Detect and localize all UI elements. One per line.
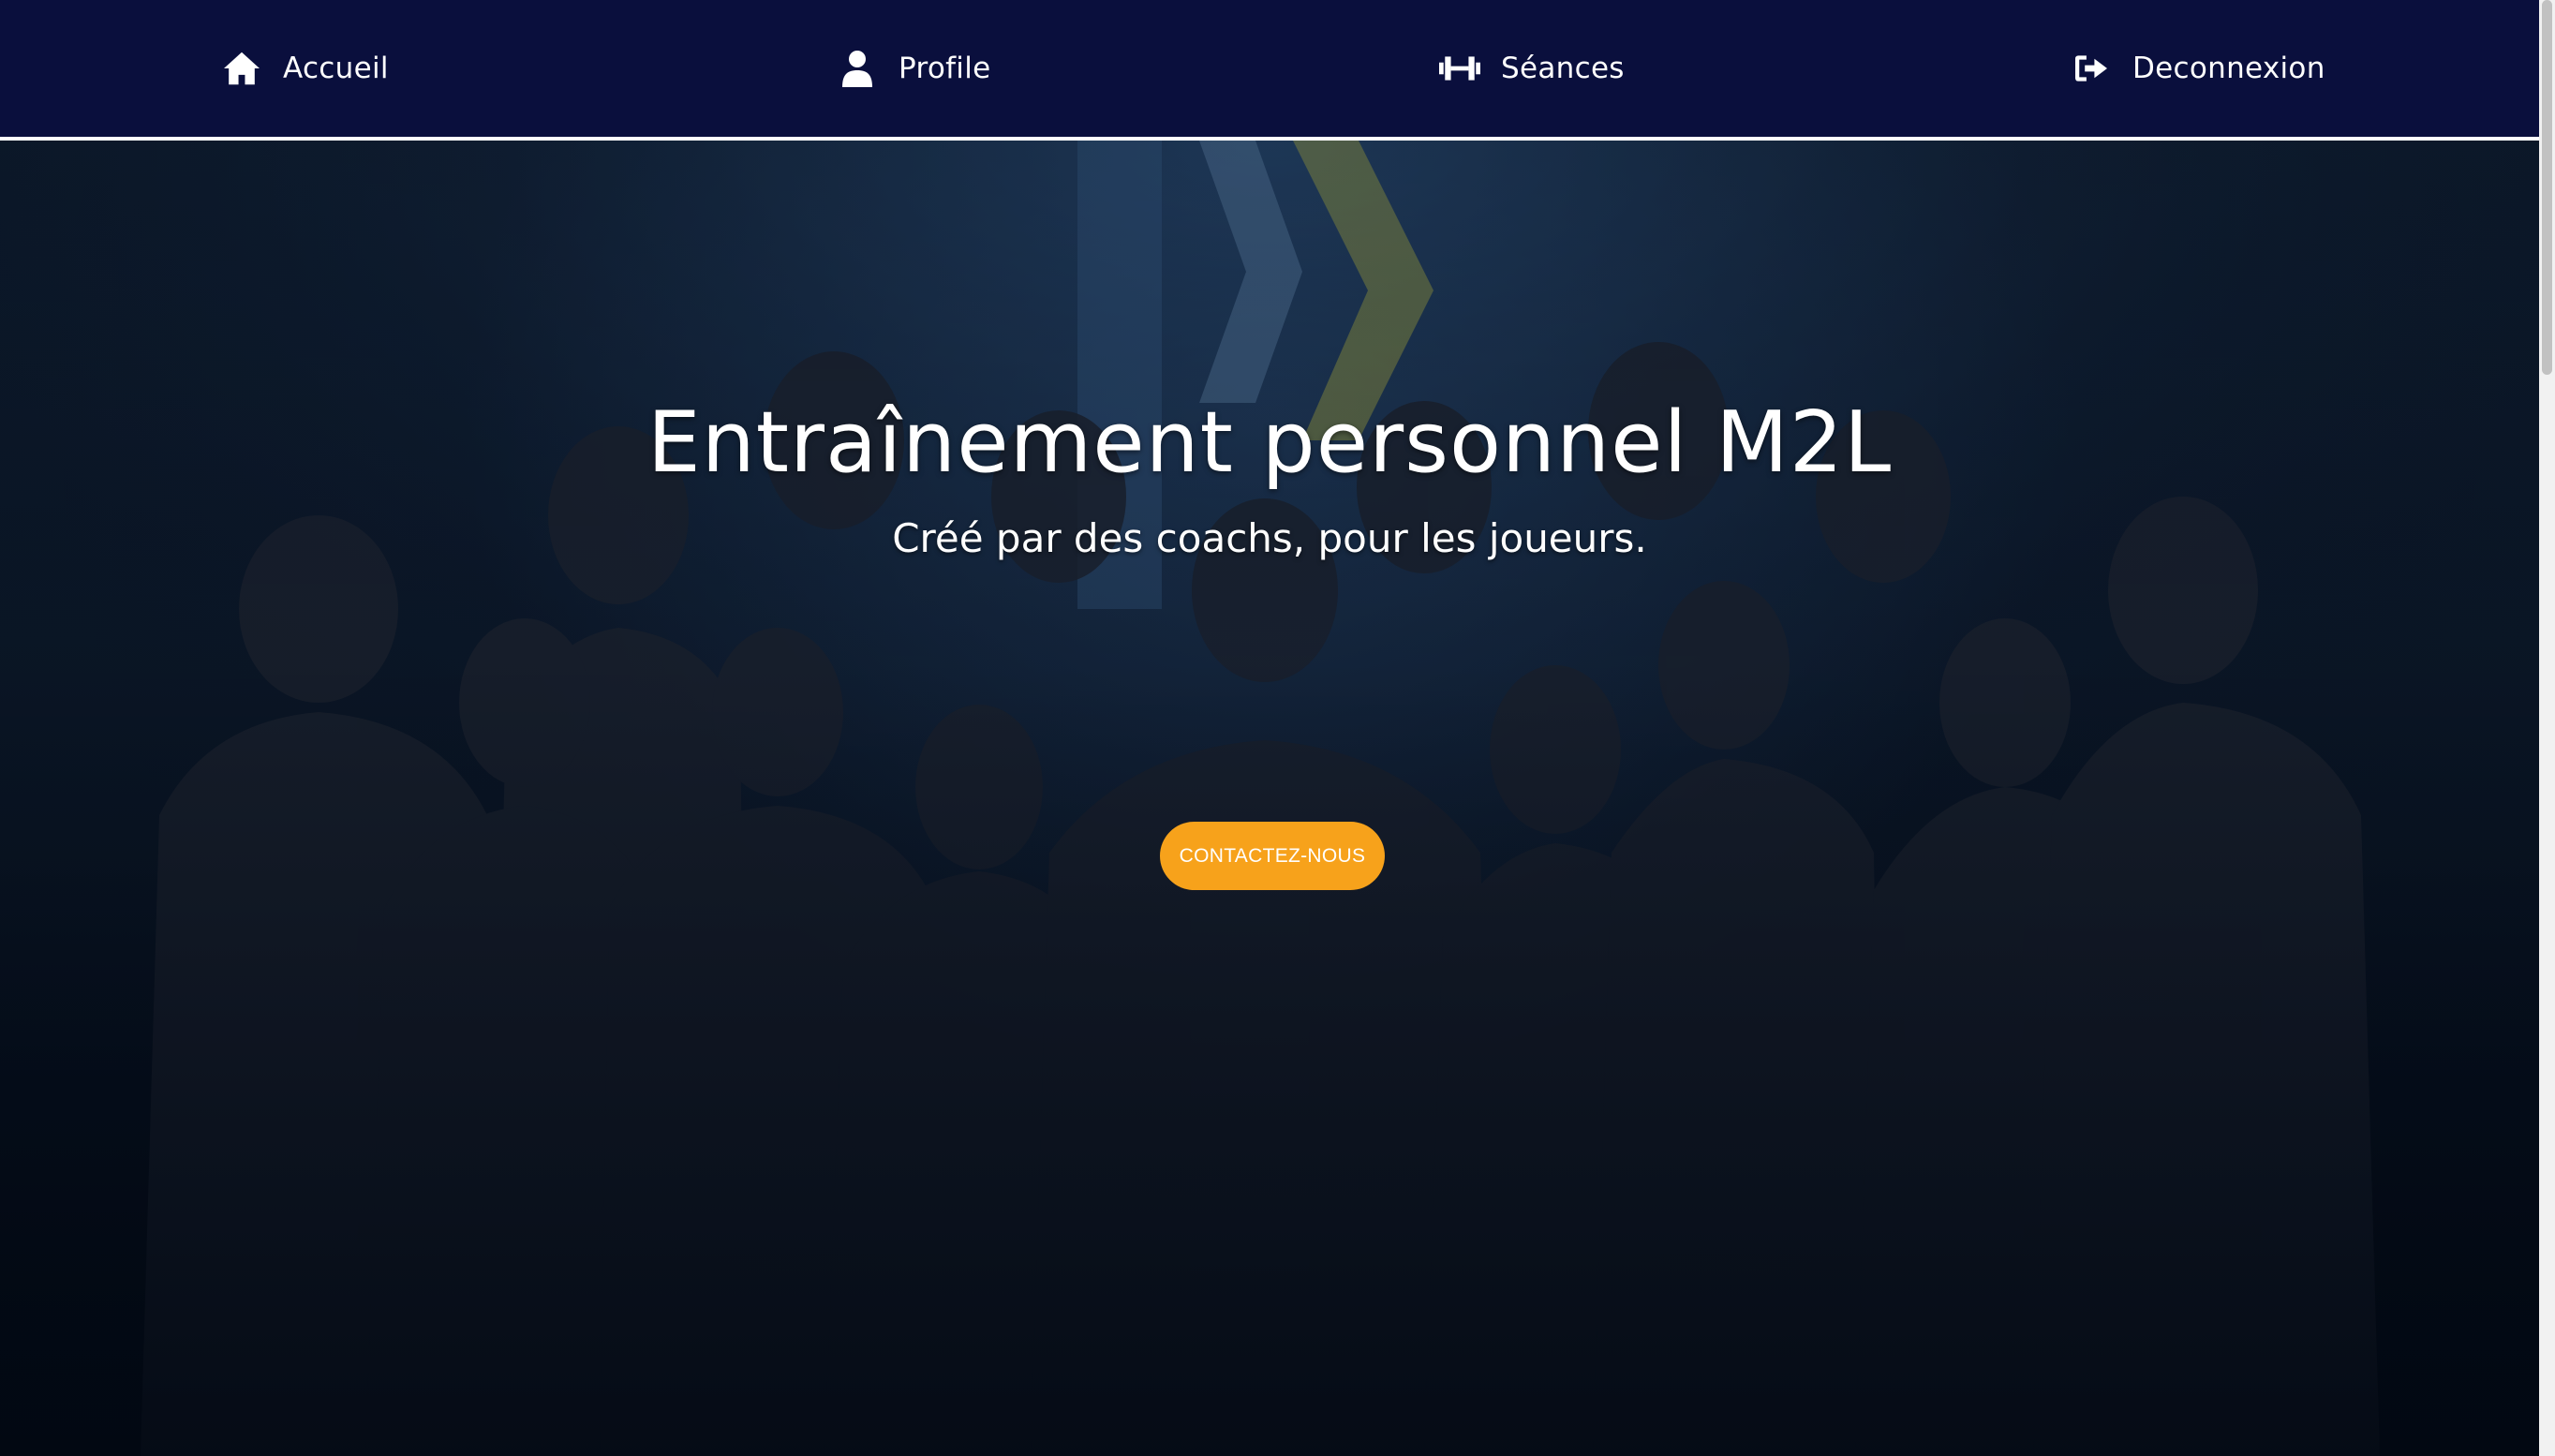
contact-us-button[interactable]: CONTACTEZ-NOUS bbox=[1160, 822, 1385, 890]
hero-title: Entraînement personnel M2L bbox=[646, 394, 1893, 492]
scrollbar-thumb[interactable] bbox=[2542, 0, 2552, 375]
hero-subtitle: Créé par des coachs, pour les joueurs. bbox=[892, 515, 1647, 561]
home-icon bbox=[221, 48, 262, 89]
nav-item-deconnexion[interactable]: Deconnexion bbox=[2071, 0, 2325, 137]
sign-out-icon bbox=[2071, 48, 2112, 89]
nav-item-profile[interactable]: Profile bbox=[837, 0, 991, 137]
nav-item-label: Séances bbox=[1501, 52, 1625, 85]
nav-item-seances[interactable]: Séances bbox=[1439, 0, 1625, 137]
vertical-scrollbar[interactable] bbox=[2539, 0, 2555, 1456]
hero-dark-overlay bbox=[0, 141, 2539, 1456]
user-icon bbox=[837, 48, 878, 89]
page: Accueil Profile Séances Deconnexion Entr… bbox=[0, 0, 2555, 1456]
nav-item-accueil[interactable]: Accueil bbox=[221, 0, 389, 137]
nav-item-label: Profile bbox=[899, 52, 991, 85]
hero-section: Entraînement personnel M2L Créé par des … bbox=[0, 141, 2539, 1456]
top-navbar: Accueil Profile Séances Deconnexion bbox=[0, 0, 2539, 141]
nav-item-label: Accueil bbox=[283, 52, 389, 85]
dumbbell-icon bbox=[1439, 48, 1480, 89]
nav-item-label: Deconnexion bbox=[2132, 52, 2325, 85]
